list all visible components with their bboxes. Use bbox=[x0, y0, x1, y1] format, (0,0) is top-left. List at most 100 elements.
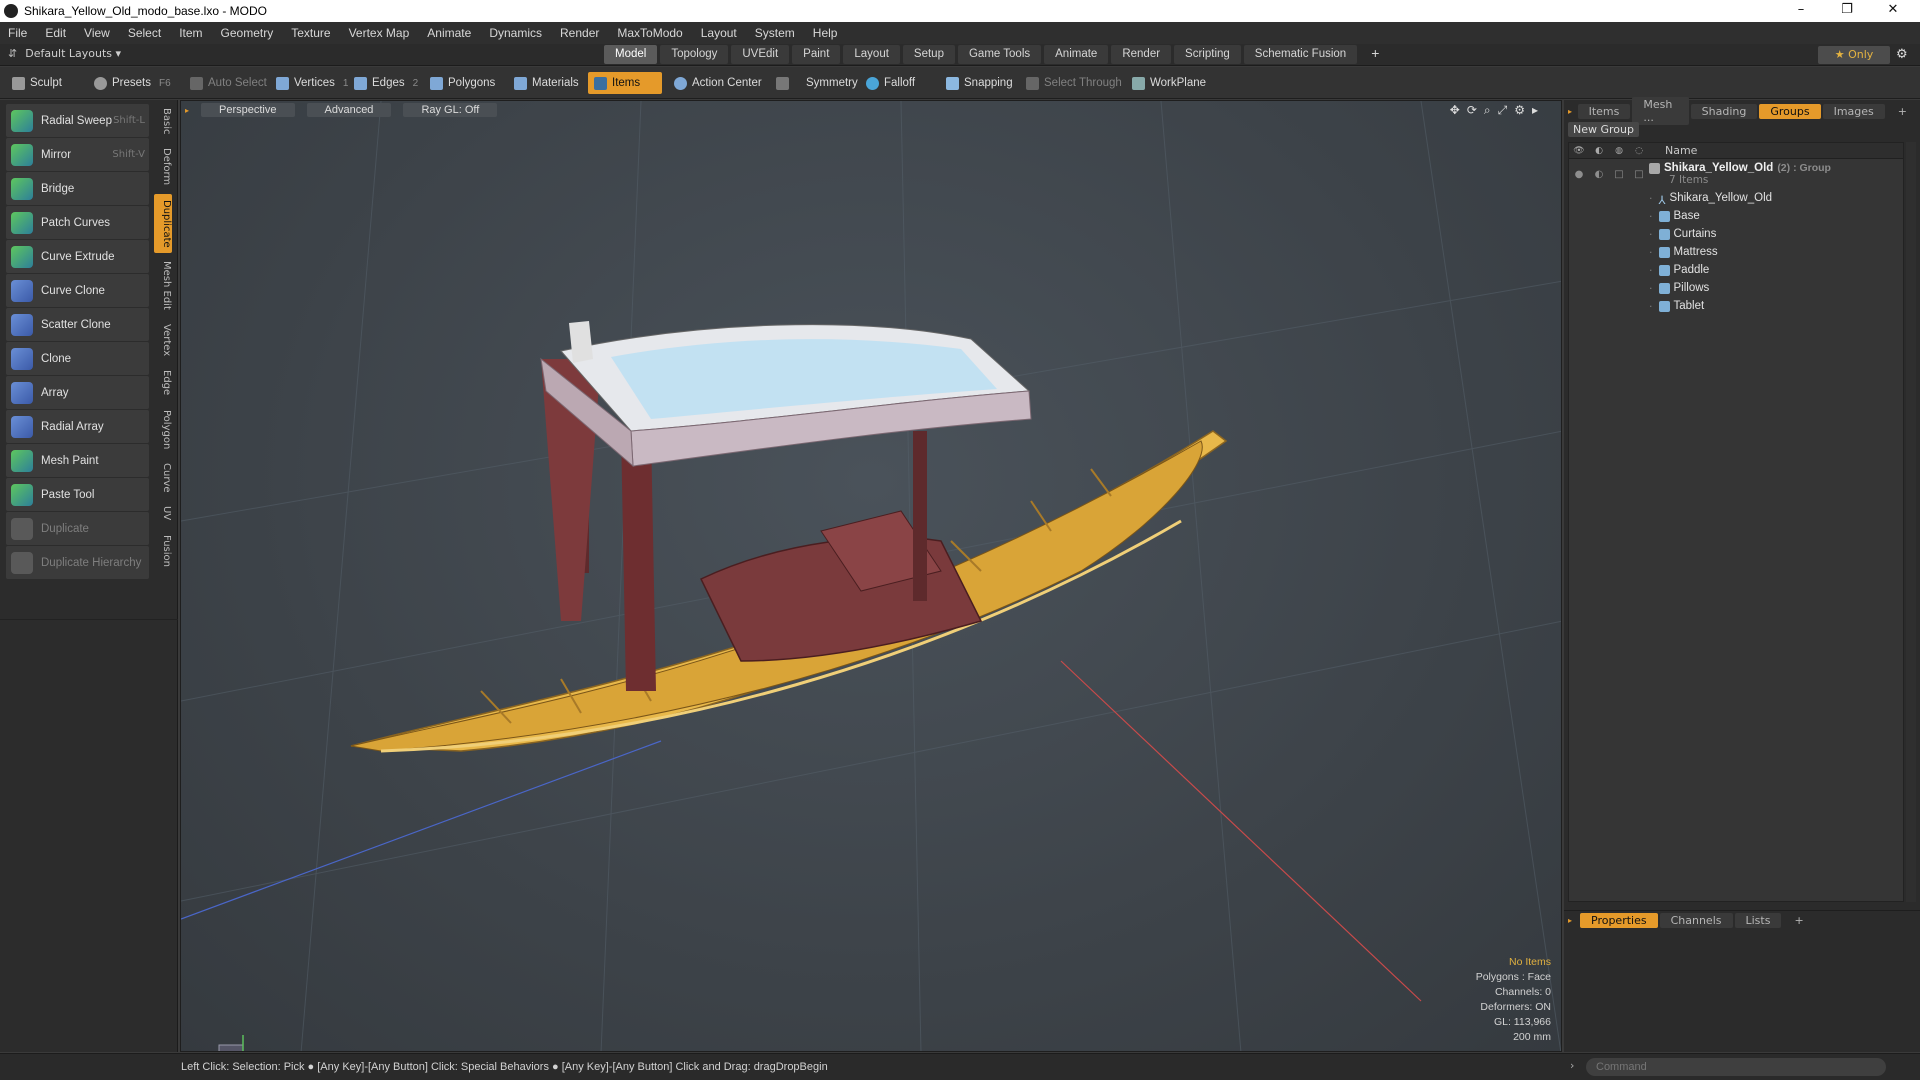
tool-paste-tool[interactable]: Paste Tool bbox=[6, 478, 149, 511]
name-column-header[interactable]: Name bbox=[1665, 144, 1697, 157]
tree-row-group[interactable]: ● ◐ □ □ Shikara_Yellow_Old (2) : Group 7 … bbox=[1569, 159, 1903, 189]
tree-row[interactable]: · Pillows bbox=[1569, 279, 1903, 297]
tab-mesh[interactable]: Mesh ... bbox=[1632, 97, 1689, 125]
tab-scripting[interactable]: Scripting bbox=[1174, 45, 1241, 64]
tab-schematic-fusion[interactable]: Schematic Fusion bbox=[1243, 45, 1358, 64]
materials-button[interactable]: Materials bbox=[508, 72, 585, 94]
tree-row[interactable]: · ⅄ Shikara_Yellow_Old bbox=[1569, 189, 1903, 207]
menu-system[interactable]: System bbox=[755, 26, 795, 40]
tree-row[interactable]: · Curtains bbox=[1569, 225, 1903, 243]
menu-maxtomodo[interactable]: MaxToModo bbox=[617, 26, 682, 40]
tool-bridge[interactable]: Bridge bbox=[6, 172, 149, 205]
tab-fusion[interactable]: Fusion bbox=[154, 529, 172, 573]
tab-setup[interactable]: Setup bbox=[902, 45, 955, 64]
tool-duplicate[interactable]: Duplicate bbox=[6, 512, 149, 545]
edges-button[interactable]: Edges 2 bbox=[348, 72, 424, 94]
menu-layout[interactable]: Layout bbox=[701, 26, 737, 40]
layout-arrow-icon[interactable]: ⇵ bbox=[8, 47, 17, 60]
tab-vertex[interactable]: Vertex bbox=[154, 318, 172, 362]
presets-button[interactable]: Presets F6 bbox=[88, 72, 177, 94]
tool-radial-array[interactable]: Radial Array bbox=[6, 410, 149, 443]
menu-dynamics[interactable]: Dynamics bbox=[489, 26, 542, 40]
auto-select-button[interactable]: Auto Select bbox=[184, 72, 273, 94]
tab-uv[interactable]: UV bbox=[154, 500, 172, 526]
viewport-nav-icons[interactable]: ✥⟳⌕⤢⚙▸ bbox=[1450, 103, 1545, 118]
action-center-button[interactable]: Action Center bbox=[668, 72, 768, 94]
menu-animate[interactable]: Animate bbox=[427, 26, 471, 40]
visibility-col-icon[interactable]: 👁 bbox=[1569, 146, 1589, 156]
command-chevron-icon[interactable]: › bbox=[1570, 1059, 1574, 1072]
advanced-button[interactable]: Advanced bbox=[306, 103, 392, 117]
tool-curve-extrude[interactable]: Curve Extrude bbox=[6, 240, 149, 273]
tab-topology[interactable]: Topology bbox=[660, 45, 729, 64]
tab-layout[interactable]: Layout bbox=[843, 45, 900, 64]
tab-deform[interactable]: Deform bbox=[154, 142, 172, 191]
tree-scrollbar[interactable] bbox=[1906, 142, 1916, 902]
tree-row[interactable]: · Tablet bbox=[1569, 297, 1903, 315]
tab-polygon[interactable]: Polygon bbox=[154, 404, 172, 455]
menu-vertex-map[interactable]: Vertex Map bbox=[349, 26, 410, 40]
select-through-button[interactable]: Select Through bbox=[1020, 72, 1128, 94]
tab-game-tools[interactable]: Game Tools bbox=[957, 45, 1042, 64]
tree-row[interactable]: · Paddle bbox=[1569, 261, 1903, 279]
tree-row[interactable]: · Base bbox=[1569, 207, 1903, 225]
restore-button[interactable]: ❐ bbox=[1824, 0, 1870, 22]
tool-patch-curves[interactable]: Patch Curves bbox=[6, 206, 149, 239]
raygl-button[interactable]: Ray GL: Off bbox=[403, 103, 498, 117]
tool-mirror[interactable]: Mirror Shift-V bbox=[6, 138, 149, 171]
select-icon[interactable]: □ bbox=[1629, 169, 1649, 180]
tab-mesh-edit[interactable]: Mesh Edit bbox=[154, 255, 172, 316]
tool-curve-clone[interactable]: Curve Clone bbox=[6, 274, 149, 307]
perspective-button[interactable]: Perspective bbox=[201, 103, 295, 117]
tab-basic[interactable]: Basic bbox=[154, 102, 172, 140]
tab-groups[interactable]: Groups bbox=[1759, 103, 1821, 119]
tab-model[interactable]: Model bbox=[604, 45, 658, 64]
workplane-button[interactable]: WorkPlane bbox=[1126, 72, 1212, 94]
tab-properties[interactable]: Properties bbox=[1580, 913, 1658, 928]
tab-animate[interactable]: Animate bbox=[1044, 45, 1109, 64]
menu-render[interactable]: Render bbox=[560, 26, 599, 40]
menu-help[interactable]: Help bbox=[813, 26, 838, 40]
add-tab-button[interactable]: + bbox=[1360, 45, 1390, 64]
minimize-button[interactable]: – bbox=[1778, 0, 1824, 22]
eye-icon[interactable]: ● bbox=[1569, 169, 1589, 180]
tool-duplicate-hierarchy[interactable]: Duplicate Hierarchy bbox=[6, 546, 149, 579]
menu-file[interactable]: File bbox=[8, 26, 27, 40]
tree-row[interactable]: · Mattress bbox=[1569, 243, 1903, 261]
tab-duplicate[interactable]: Duplicate bbox=[154, 193, 172, 254]
lock-col-icon[interactable]: ◍ bbox=[1609, 146, 1629, 156]
vertices-button[interactable]: Vertices 1 bbox=[270, 72, 354, 94]
3d-viewport[interactable]: ▸ Perspective Advanced Ray GL: Off ✥⟳⌕⤢⚙… bbox=[180, 100, 1562, 1052]
tab-lists[interactable]: Lists bbox=[1734, 913, 1782, 928]
menu-view[interactable]: View bbox=[84, 26, 110, 40]
render-icon[interactable]: ◐ bbox=[1589, 169, 1609, 180]
default-layouts-dropdown[interactable]: Default Layouts ▾ bbox=[25, 47, 121, 60]
tab-items[interactable]: Items bbox=[1577, 103, 1631, 119]
menu-edit[interactable]: Edit bbox=[45, 26, 66, 40]
tool-radial-sweep[interactable]: Radial Sweep Shift-L bbox=[6, 104, 149, 137]
sculpt-button[interactable]: Sculpt bbox=[6, 72, 68, 94]
items-button[interactable]: Items bbox=[588, 72, 662, 94]
render-col-icon[interactable]: ◐ bbox=[1589, 146, 1609, 156]
add-props-tab-button[interactable]: + bbox=[1783, 913, 1814, 928]
tab-channels[interactable]: Channels bbox=[1659, 913, 1733, 928]
select-col-icon[interactable]: ◌ bbox=[1629, 146, 1649, 156]
menu-geometry[interactable]: Geometry bbox=[221, 26, 274, 40]
polygons-button[interactable]: Polygons bbox=[424, 72, 501, 94]
symmetry-button[interactable]: Symmetry bbox=[770, 72, 864, 94]
only-button[interactable]: ★ Only bbox=[1818, 46, 1890, 64]
command-input[interactable] bbox=[1586, 1058, 1886, 1076]
snapping-button[interactable]: Snapping bbox=[940, 72, 1019, 94]
tool-mesh-paint[interactable]: Mesh Paint bbox=[6, 444, 149, 477]
viewport-menu-icon[interactable]: ▸ bbox=[185, 106, 189, 115]
props-menu-icon[interactable]: ▸ bbox=[1568, 916, 1580, 925]
tab-shading[interactable]: Shading bbox=[1690, 103, 1758, 119]
add-panel-tab-button[interactable]: + bbox=[1887, 104, 1918, 119]
falloff-button[interactable]: Falloff bbox=[860, 72, 921, 94]
gear-icon[interactable]: ⚙ bbox=[1896, 47, 1908, 62]
tab-paint[interactable]: Paint bbox=[792, 45, 841, 64]
new-group-button[interactable]: New Group bbox=[1568, 122, 1639, 137]
tool-clone[interactable]: Clone bbox=[6, 342, 149, 375]
tab-images[interactable]: Images bbox=[1822, 103, 1885, 119]
menu-select[interactable]: Select bbox=[128, 26, 161, 40]
